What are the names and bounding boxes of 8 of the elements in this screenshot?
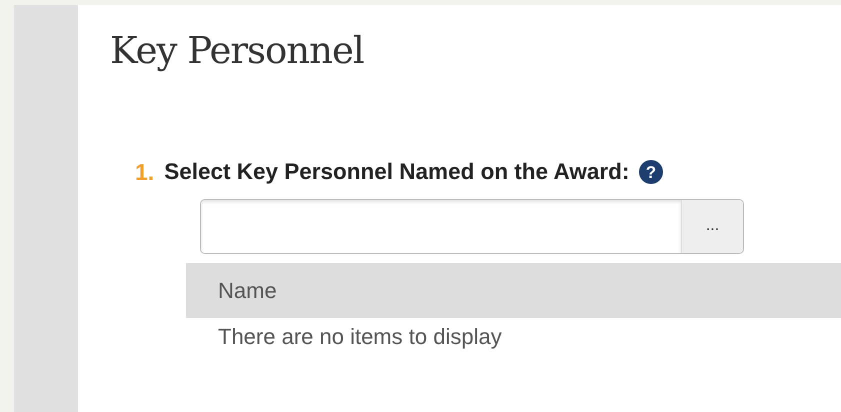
column-header: Name: [218, 276, 277, 305]
question-label: Select Key Personnel Named on the Award:: [164, 158, 630, 186]
browse-button[interactable]: ...: [681, 200, 743, 253]
page-title: Key Personnel: [110, 28, 365, 74]
lookup-field[interactable]: ...: [200, 198, 744, 254]
question-number: 1.: [135, 158, 154, 188]
empty-message: There are no items to display: [217, 322, 503, 351]
help-icon[interactable]: ?: [639, 160, 664, 184]
